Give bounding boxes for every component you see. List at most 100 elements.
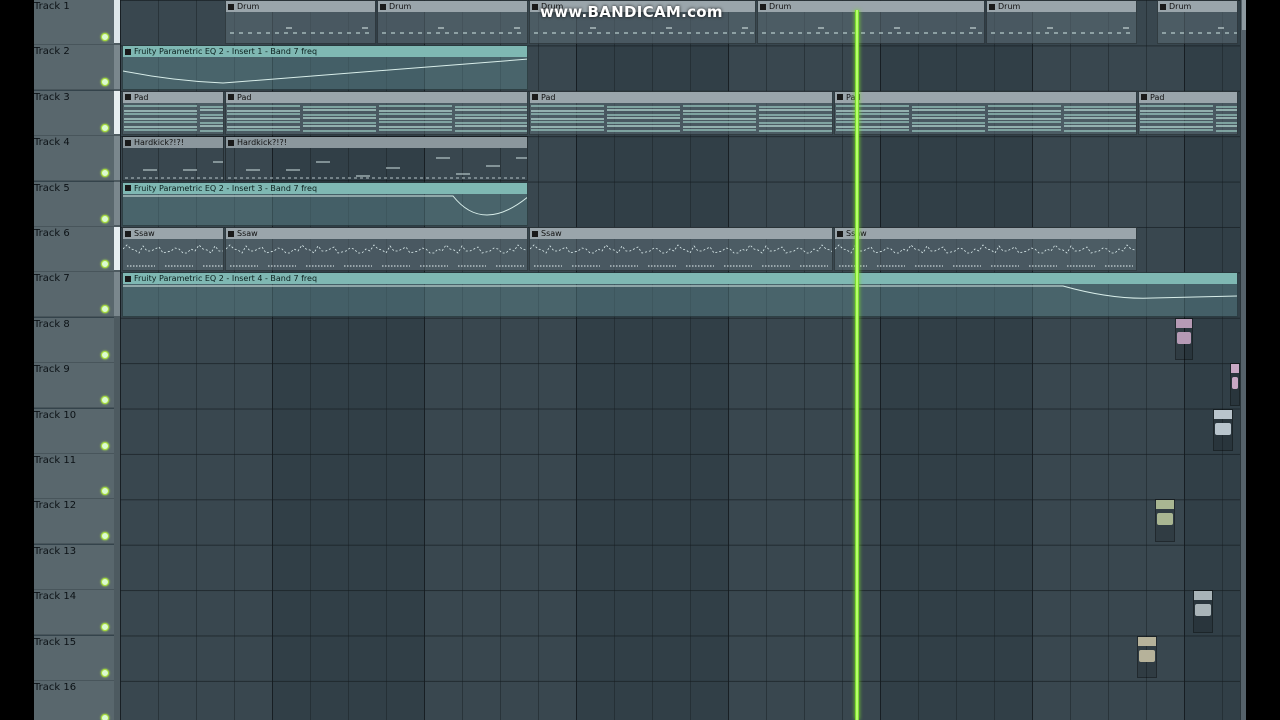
pattern-clip[interactable]: Ssaw [529, 227, 833, 272]
clip-content [836, 105, 1136, 132]
track-mute-led[interactable] [101, 577, 109, 586]
pattern-clip[interactable]: Drum [986, 0, 1137, 45]
track-mute-led[interactable] [101, 169, 109, 178]
pattern-clip[interactable]: Ssaw [834, 227, 1137, 272]
audio-clip-bar[interactable] [1138, 636, 1156, 646]
automation-clip[interactable]: Fruity Parametric EQ 2 - Insert 1 - Band… [122, 45, 528, 90]
clip-title-bar[interactable]: Hardkick?!?! [226, 137, 527, 149]
pattern-clip[interactable]: Drum [225, 0, 376, 45]
track-mute-led[interactable] [101, 714, 109, 720]
pattern-clip[interactable]: Pad [529, 90, 833, 136]
track-mute-led[interactable] [101, 78, 109, 87]
track-header[interactable]: Track 12 [34, 499, 114, 545]
pattern-clip[interactable]: Ssaw [122, 227, 224, 272]
clip-title-bar[interactable]: Drum [226, 1, 375, 12]
pattern-clip[interactable]: Drum [1157, 0, 1238, 45]
clip-title-bar[interactable]: Drum [758, 1, 984, 12]
pattern-clip[interactable]: Hardkick?!?! [225, 136, 528, 181]
vertical-scrollbar[interactable] [1240, 0, 1246, 720]
track-name: Track 6 [34, 228, 70, 239]
track-header[interactable]: Track 11 [34, 454, 114, 499]
audio-clip[interactable] [1193, 590, 1213, 633]
pattern-clip[interactable]: Drum [757, 0, 985, 45]
clip-title-bar[interactable]: Hardkick?!?! [123, 137, 223, 149]
clip-content [123, 285, 1237, 300]
clip-title-bar[interactable]: Ssaw [226, 228, 527, 239]
track-name: Track 1 [34, 1, 70, 12]
clip-title-bar[interactable]: Pad [530, 91, 832, 103]
track-header[interactable]: Track 1 [34, 0, 114, 45]
track-mute-led[interactable] [101, 214, 109, 223]
track-mute-led[interactable] [101, 33, 109, 41]
track-mute-led[interactable] [101, 305, 109, 314]
track-mute-led[interactable] [101, 123, 109, 132]
track-header[interactable]: Track 2 [34, 45, 114, 91]
audio-clip-bar[interactable] [1231, 364, 1239, 374]
track-mute-led[interactable] [101, 668, 109, 677]
clip-label: Drum [237, 2, 260, 11]
track-header[interactable]: Track 6 [34, 227, 114, 272]
automation-clip[interactable]: Fruity Parametric EQ 2 - Insert 4 - Band… [122, 272, 1238, 317]
track-header[interactable]: Track 9 [34, 363, 114, 409]
clip-content [226, 244, 527, 267]
clip-label: Drum [998, 2, 1021, 11]
automation-clip[interactable]: Fruity Parametric EQ 2 - Insert 3 - Band… [122, 181, 528, 226]
track-header[interactable]: Track 10 [34, 408, 114, 454]
pattern-clip[interactable]: Hardkick?!?! [122, 136, 224, 181]
clip-title-bar[interactable]: Pad [226, 91, 527, 103]
audio-clip-bar[interactable] [1176, 318, 1192, 328]
track-header[interactable]: Track 16 [34, 681, 114, 720]
track-name: Track 9 [34, 364, 70, 376]
pattern-clip[interactable]: Pad [834, 90, 1137, 136]
track-header[interactable]: Track 15 [34, 635, 114, 681]
track-header[interactable]: Track 5 [34, 181, 114, 227]
clip-title-bar[interactable]: Ssaw [835, 228, 1136, 239]
pattern-icon [1160, 3, 1166, 10]
clip-content [123, 59, 527, 84]
clip-title-bar[interactable]: Drum [1158, 1, 1237, 12]
clip-title-bar[interactable]: Drum [987, 1, 1136, 12]
scrollbar-thumb[interactable] [1242, 0, 1246, 30]
track-mute-led[interactable] [101, 350, 109, 359]
pattern-clip[interactable]: Pad [1138, 90, 1238, 136]
clip-title-bar[interactable]: Fruity Parametric EQ 2 - Insert 4 - Band… [123, 273, 1237, 285]
audio-clip[interactable] [1230, 363, 1240, 406]
waveform [1177, 331, 1191, 344]
clip-title-bar[interactable]: Pad [835, 91, 1136, 103]
clip-title-bar[interactable]: Drum [378, 1, 527, 12]
track-start-marker [114, 0, 120, 44]
clip-title-bar[interactable]: Ssaw [123, 228, 223, 239]
pattern-clip[interactable]: Ssaw [225, 227, 528, 272]
clip-title-bar[interactable]: Pad [123, 91, 223, 103]
clip-title-bar[interactable]: Fruity Parametric EQ 2 - Insert 1 - Band… [123, 46, 527, 58]
clip-title-bar[interactable]: Pad [1139, 91, 1237, 103]
audio-clip[interactable] [1137, 635, 1157, 678]
track-mute-led[interactable] [101, 532, 109, 541]
track-mute-led[interactable] [101, 623, 109, 632]
audio-clip-bar[interactable] [1156, 500, 1174, 510]
pattern-icon [125, 139, 131, 146]
track-start-marker [114, 90, 120, 135]
track-mute-led[interactable] [101, 396, 109, 405]
track-mute-led[interactable] [101, 441, 109, 450]
track-header[interactable]: Track 3 [34, 90, 114, 136]
audio-clip-bar[interactable] [1194, 591, 1212, 601]
audio-clip-bar[interactable] [1214, 409, 1232, 419]
audio-clip[interactable] [1213, 408, 1233, 451]
track-mute-led[interactable] [101, 487, 109, 495]
clip-title-bar[interactable]: Fruity Parametric EQ 2 - Insert 3 - Band… [123, 182, 527, 194]
track-header[interactable]: Track 4 [34, 136, 114, 182]
track-header[interactable]: Track 7 [34, 272, 114, 318]
track-mute-led[interactable] [101, 260, 109, 268]
audio-clip[interactable] [1155, 499, 1175, 542]
audio-clip[interactable] [1175, 317, 1193, 361]
track-header[interactable]: Track 8 [34, 317, 114, 363]
clip-label: Drum [389, 2, 412, 11]
clip-title-bar[interactable]: Ssaw [530, 228, 832, 239]
pattern-icon [380, 3, 386, 10]
track-header[interactable]: Track 13 [34, 544, 114, 590]
track-header[interactable]: Track 14 [34, 590, 114, 636]
pattern-clip[interactable]: Pad [122, 90, 224, 136]
pattern-clip[interactable]: Pad [225, 90, 528, 136]
pattern-clip[interactable]: Drum [377, 0, 528, 45]
